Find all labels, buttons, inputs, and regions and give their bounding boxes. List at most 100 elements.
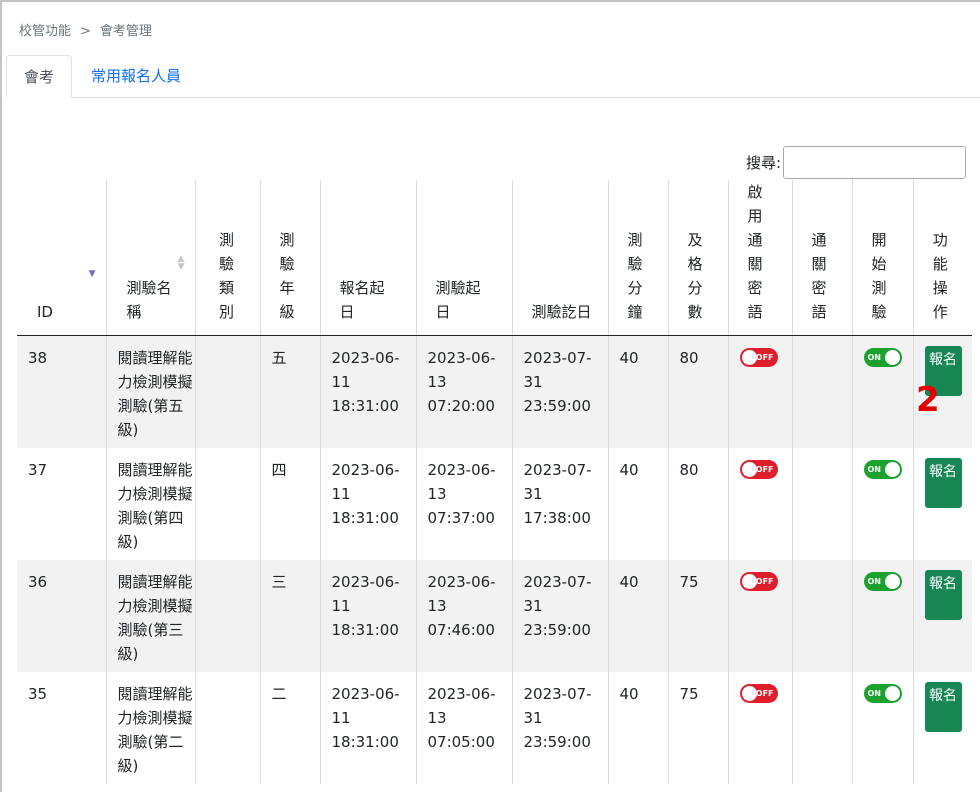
password-enabled-toggle[interactable]: OFF — [739, 459, 778, 479]
toggle-label: OFF — [755, 576, 774, 586]
cell-pass-score: 80 — [668, 335, 729, 448]
cell-reg-start: 2023-06-11 18:31:00 — [320, 671, 417, 784]
cell-grade: 三 — [260, 559, 321, 672]
search-box: 搜尋: — [746, 146, 966, 179]
header-id-label: ID — [37, 303, 53, 321]
cell-test-start: 2023-06-13 07:20:00 — [416, 335, 513, 448]
cell-minutes: 40 — [608, 447, 669, 560]
password-enabled-toggle[interactable]: OFF — [739, 683, 778, 703]
header-actions-label: 功能操作 — [932, 231, 948, 321]
sort-desc-icon: ▼ — [88, 269, 96, 279]
exam-table: ID ▼ 測驗名稱 ▲ ▼ 測驗類別 測驗年級 報名起日 測驗起日 測驗訖日 測驗分鐘… — [17, 180, 972, 784]
cell-password-enabled: OFF — [728, 335, 793, 448]
breadcrumb: 校管功能 > 會考管理 — [19, 20, 152, 39]
header-test-start[interactable]: 測驗起日 — [416, 180, 513, 336]
register-button[interactable]: 報名 — [924, 457, 962, 508]
header-grade[interactable]: 測驗年級 — [260, 180, 321, 336]
breadcrumb-current: 會考管理 — [99, 24, 152, 39]
cell-minutes: 40 — [608, 559, 669, 672]
header-pass-score[interactable]: 及格分數 — [668, 180, 729, 336]
cell-password — [792, 559, 853, 672]
cell-test-end: 2023-07-31 23:59:00 — [512, 671, 609, 784]
toggle-knob — [741, 350, 757, 365]
register-button[interactable]: 報名 — [924, 569, 962, 620]
table-row: 36 閱讀理解能力檢測模擬測驗(第三級) 三 2023-06-11 18:31:… — [17, 559, 972, 672]
cell-minutes: 40 — [608, 335, 669, 448]
toggle-label: ON — [867, 688, 882, 698]
header-started[interactable]: 開始測驗 — [852, 180, 914, 336]
header-name[interactable]: 測驗名稱 ▲ ▼ — [106, 180, 196, 336]
cell-actions: 報名 — [913, 448, 972, 560]
cell-actions: 報名 — [913, 559, 972, 672]
cell-name: 閱讀理解能力檢測模擬測驗(第二級) — [106, 671, 196, 784]
cell-category — [195, 559, 261, 672]
header-test-end[interactable]: 測驗訖日 — [512, 180, 609, 336]
toggle-knob — [884, 350, 900, 365]
cell-test-start: 2023-06-13 07:37:00 — [416, 447, 513, 560]
cell-test-start: 2023-06-13 07:05:00 — [416, 671, 513, 784]
cell-name: 閱讀理解能力檢測模擬測驗(第五級) — [106, 335, 196, 448]
cell-test-end: 2023-07-31 23:59:00 — [512, 335, 609, 448]
header-pass-score-label: 及格分數 — [687, 231, 703, 321]
start-test-toggle[interactable]: ON — [863, 459, 902, 479]
search-label: 搜尋: — [745, 154, 781, 172]
password-enabled-toggle[interactable]: OFF — [739, 571, 778, 591]
cell-name: 閱讀理解能力檢測模擬測驗(第三級) — [106, 559, 196, 672]
header-minutes[interactable]: 測驗分鐘 — [608, 180, 669, 336]
cell-actions: 報名 — [913, 672, 972, 784]
cell-id: 35 — [17, 671, 107, 784]
tab-frequent-registrants[interactable]: 常用報名人員 — [74, 55, 198, 97]
sort-both-icon: ▲ ▼ — [177, 254, 185, 272]
tab-exam[interactable]: 會考 — [6, 55, 73, 98]
header-reg-start[interactable]: 報名起日 — [320, 180, 417, 336]
header-id[interactable]: ID ▼ — [17, 180, 107, 336]
toggle-label: OFF — [755, 353, 774, 362]
start-test-toggle[interactable]: ON — [863, 571, 902, 591]
table-header-row: ID ▼ 測驗名稱 ▲ ▼ 測驗類別 測驗年級 報名起日 測驗起日 測驗訖日 測驗分鐘… — [17, 180, 972, 336]
header-name-label: 測驗名稱 — [126, 279, 172, 321]
search-input[interactable] — [783, 146, 966, 179]
cell-reg-start: 2023-06-11 18:31:00 — [320, 335, 417, 448]
cell-name: 閱讀理解能力檢測模擬測驗(第四級) — [106, 447, 196, 560]
cell-reg-start: 2023-06-11 18:31:00 — [320, 559, 417, 672]
cell-password-enabled: OFF — [728, 671, 793, 784]
cell-password-enabled: OFF — [728, 447, 793, 560]
cell-minutes: 40 — [608, 671, 669, 784]
cell-started: ON — [852, 671, 914, 784]
cell-category — [195, 335, 261, 448]
header-category-label: 測驗類別 — [218, 231, 234, 321]
cell-pass-score: 75 — [668, 671, 729, 784]
cell-pass-score: 80 — [668, 447, 729, 560]
cell-grade: 五 — [260, 335, 321, 448]
cell-started: ON — [852, 447, 914, 560]
cell-test-end: 2023-07-31 23:59:00 — [512, 559, 609, 672]
breadcrumb-parent[interactable]: 校管功能 — [19, 24, 71, 39]
breadcrumb-separator: > — [80, 24, 91, 39]
cell-id: 36 — [17, 559, 107, 672]
cell-reg-start: 2023-06-11 18:31:00 — [320, 447, 417, 560]
header-password-enabled[interactable]: 啟用通關密語 — [728, 180, 793, 336]
header-minutes-label: 測驗分鐘 — [627, 231, 643, 321]
toggle-label: OFF — [755, 688, 774, 698]
header-reg-start-label: 報名起日 — [339, 279, 385, 321]
header-started-label: 開始測驗 — [871, 231, 887, 321]
toggle-label: OFF — [755, 464, 774, 474]
header-category[interactable]: 測驗類別 — [195, 180, 261, 336]
register-button[interactable]: 報名 — [924, 681, 962, 732]
start-test-toggle[interactable]: ON — [863, 683, 902, 703]
header-test-end-label: 測驗訖日 — [531, 303, 592, 321]
cell-test-start: 2023-06-13 07:46:00 — [416, 559, 513, 672]
toggle-knob — [741, 461, 757, 477]
password-enabled-toggle[interactable]: OFF — [739, 348, 778, 367]
header-password[interactable]: 通關密語 — [792, 180, 853, 336]
header-actions[interactable]: 功能操作 — [913, 180, 972, 336]
cell-grade: 二 — [260, 671, 321, 784]
header-password-enabled-label: 啟用通關密語 — [747, 183, 763, 321]
toggle-knob — [741, 685, 757, 701]
cell-pass-score: 75 — [668, 559, 729, 672]
cell-password — [792, 335, 853, 448]
tab-bar: 會考 常用報名人員 — [6, 55, 980, 98]
start-test-toggle[interactable]: ON — [863, 348, 902, 367]
table-row: 35 閱讀理解能力檢測模擬測驗(第二級) 二 2023-06-11 18:31:… — [17, 671, 972, 784]
header-test-start-label: 測驗起日 — [435, 279, 481, 321]
